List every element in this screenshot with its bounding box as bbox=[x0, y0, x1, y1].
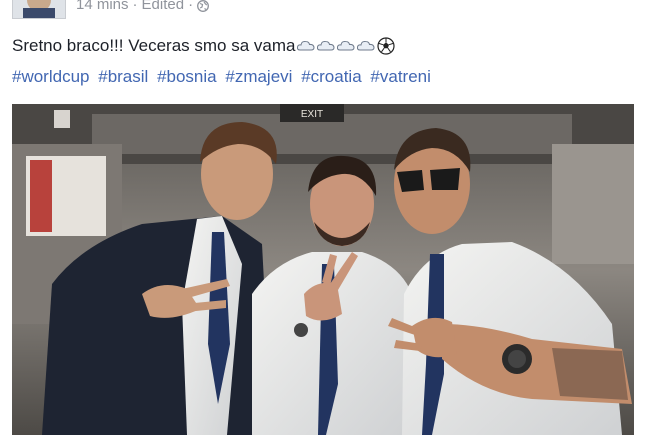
meta-separator: · bbox=[132, 0, 138, 13]
cloud-emoji-icon bbox=[316, 38, 336, 54]
post-timestamp[interactable]: 14 mins bbox=[76, 0, 129, 14]
hashtag-link[interactable]: #vatreni bbox=[370, 67, 430, 86]
profile-avatar[interactable] bbox=[12, 0, 66, 19]
post-message-text: Sretno braco!!! Veceras smo sa vama bbox=[12, 36, 296, 55]
facebook-post: 14 mins · Edited · Sretno braco!!! Vecer… bbox=[0, 0, 652, 435]
post-photo[interactable]: EXIT bbox=[12, 104, 634, 435]
cloud-emoji-icon bbox=[296, 38, 316, 54]
emoji-row bbox=[296, 37, 396, 55]
edited-label[interactable]: Edited bbox=[142, 0, 185, 14]
post-meta: 14 mins · Edited · bbox=[76, 0, 210, 14]
hashtag-link[interactable]: #croatia bbox=[301, 67, 361, 86]
meta-separator-2: · bbox=[188, 0, 194, 13]
hashtag-link[interactable]: #worldcup bbox=[12, 67, 90, 86]
hashtag-link[interactable]: #brasil bbox=[98, 67, 148, 86]
cloud-emoji-icon bbox=[336, 38, 356, 54]
hashtag-list: #worldcup #brasil #bosnia #zmajevi #croa… bbox=[12, 67, 435, 87]
cloud-emoji-icon bbox=[356, 38, 376, 54]
post-message: Sretno braco!!! Veceras smo sa vama bbox=[12, 36, 396, 56]
exit-sign-text: EXIT bbox=[301, 109, 323, 120]
hashtag-link[interactable]: #bosnia bbox=[157, 67, 217, 86]
globe-icon[interactable] bbox=[197, 0, 210, 12]
photo-illustration: EXIT bbox=[12, 104, 634, 435]
soccer-ball-icon bbox=[377, 37, 396, 55]
hashtag-link[interactable]: #zmajevi bbox=[225, 67, 292, 86]
